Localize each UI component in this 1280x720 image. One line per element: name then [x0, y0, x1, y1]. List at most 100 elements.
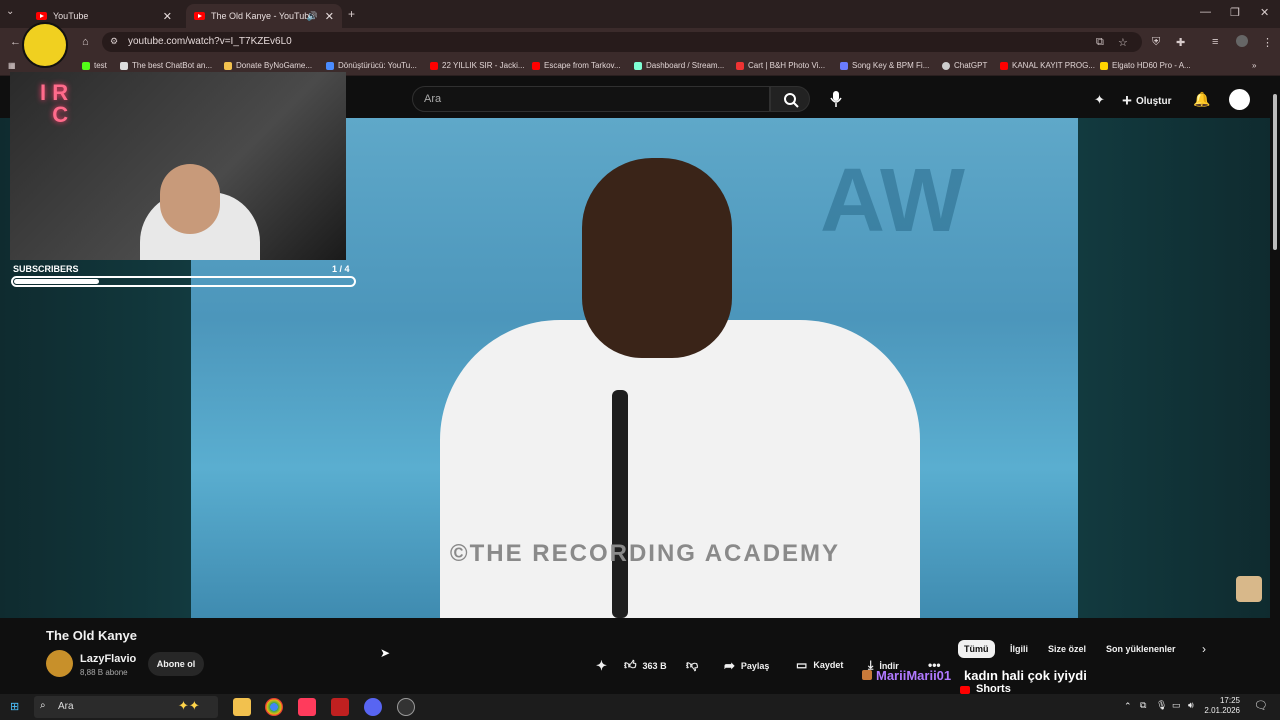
search-input[interactable]	[412, 86, 770, 112]
chat-username: MariiMarii01	[876, 668, 952, 683]
bookmark-bh-cart[interactable]: Cart | B&H Photo Vi...	[736, 61, 825, 70]
voice-meeter-icon[interactable]	[331, 698, 349, 716]
video-microphone-stand	[612, 390, 628, 618]
channel-name[interactable]: LazyFlavio	[80, 653, 136, 665]
more-bookmarks-icon[interactable]: »	[1252, 61, 1256, 70]
subscriber-goal-fill	[14, 279, 99, 284]
chips-next-icon[interactable]: ›	[1202, 642, 1206, 656]
mouse-cursor-icon: ➤	[380, 646, 391, 660]
network-icon[interactable]: ▭	[1172, 700, 1181, 711]
premium-gift-icon[interactable]: ✦	[1094, 92, 1105, 108]
new-tab-button[interactable]: +	[348, 7, 355, 21]
bookmark-label: test	[94, 61, 107, 70]
minimize-icon[interactable]: —	[1200, 6, 1211, 18]
video-person-suit	[440, 320, 920, 620]
chrome-icon[interactable]	[265, 698, 283, 716]
taskbar-search-placeholder: Ara	[58, 701, 74, 712]
shorts-icon	[960, 686, 970, 694]
bookmark-label: Donate ByNoGame...	[236, 61, 313, 70]
bookmark-22-yillik-sir[interactable]: 22 YILLIK SIR - Jacki...	[430, 61, 525, 70]
volume-icon[interactable]: 🔊︎	[1188, 700, 1194, 711]
bookmark-star-icon[interactable]: ☆	[1118, 36, 1128, 49]
bookmark-icon: ▭	[796, 658, 808, 672]
save-button[interactable]: ▭ Kaydet	[796, 658, 843, 672]
video-watermark: ©THE RECORDING ACADEMY	[449, 540, 841, 567]
subscriber-goal-label: SUBSCRIBERS	[13, 264, 79, 274]
webcam-head	[160, 164, 220, 234]
notifications-bell-icon[interactable]: 🔔	[1193, 91, 1210, 108]
voice-search-button[interactable]	[830, 90, 842, 113]
tray-overflow-icon[interactable]: ⌃	[1124, 701, 1132, 712]
bookmark-label: Escape from Tarkov...	[544, 61, 621, 70]
knight-helmet-logo-icon	[22, 22, 68, 68]
chip-for-you[interactable]: Size özel	[1042, 640, 1092, 658]
clock-date: 2.01.2026	[1204, 706, 1240, 715]
extension-shield-icon[interactable]: ⛨	[1152, 36, 1160, 49]
chat-badge-icon	[862, 670, 872, 680]
share-button[interactable]: ➦ Paylaş	[724, 658, 769, 674]
close-tab-icon[interactable]: ✕	[163, 10, 172, 23]
bookmark-song-key[interactable]: Song Key & BPM Fi...	[840, 61, 929, 70]
obs-icon[interactable]	[397, 698, 415, 716]
home-icon[interactable]: ⌂	[82, 36, 89, 48]
tab-the-old-kanye[interactable]: The Old Kanye - YouTube 🔊 ✕	[186, 4, 342, 28]
bookmark-label: Dönüştürücü: YouTu...	[338, 61, 417, 70]
share-arrow-icon: ➦	[724, 658, 735, 673]
bookmark-dashboard[interactable]: Dashboard / Stream...	[634, 61, 724, 70]
windows-start-icon[interactable]: ⊞	[10, 700, 19, 713]
thumbs-up-icon: 👍︎	[624, 658, 637, 672]
chip-related[interactable]: İlgili	[1004, 640, 1034, 658]
bookmark-kanal-kayit[interactable]: KANAL KAYIT PROG...	[1000, 61, 1095, 70]
video-backdrop-letters: AW	[820, 151, 965, 251]
menu-icon[interactable]: ⋮	[1262, 36, 1273, 49]
chat-message: kadın hali çok iyiydi	[964, 668, 1087, 683]
account-avatar[interactable]	[1229, 89, 1250, 110]
file-explorer-icon[interactable]	[233, 698, 251, 716]
clock-time: 17:25	[1219, 696, 1240, 705]
profile-avatar[interactable]	[1236, 35, 1248, 47]
chip-recently-uploaded[interactable]: Son yüklenenler	[1100, 640, 1182, 658]
music-app-icon[interactable]	[298, 698, 316, 716]
channel-avatar[interactable]	[46, 650, 73, 677]
bookmark-label: 22 YILLIK SIR - Jacki...	[442, 61, 525, 70]
create-label: Oluştur	[1135, 95, 1172, 107]
create-button[interactable]: + Oluştur	[1122, 91, 1172, 111]
subscribe-button[interactable]: Abone ol	[148, 652, 204, 676]
bookmark-label: Song Key & BPM Fi...	[852, 61, 930, 70]
bookmark-tarkov[interactable]: Escape from Tarkov...	[532, 61, 621, 70]
audio-playing-icon[interactable]: 🔊	[307, 11, 318, 22]
save-label: Kaydet	[813, 660, 844, 670]
close-tab-icon[interactable]: ✕	[325, 10, 334, 23]
tab-list-icon[interactable]: ⌄	[6, 6, 14, 17]
discord-icon[interactable]	[364, 698, 382, 716]
taskbar-clock[interactable]: 17:25 2.01.2026	[1204, 696, 1240, 716]
back-icon[interactable]: ←	[10, 36, 21, 48]
share-label: Paylaş	[740, 661, 770, 671]
chip-all[interactable]: Tümü	[958, 640, 995, 658]
like-button[interactable]: 👍︎ 363 B	[624, 658, 667, 673]
plus-icon: +	[1122, 91, 1132, 110]
restore-icon[interactable]: ❐	[1230, 6, 1240, 19]
like-count: 363 B	[642, 660, 667, 671]
tray-microphone-icon[interactable]: 🎙︎	[1156, 700, 1167, 711]
dislike-button[interactable]: 👎︎	[686, 658, 698, 673]
search-button[interactable]	[770, 86, 810, 112]
copilot-sparkle-icon: ✦✦	[178, 698, 200, 713]
tray-app-icon[interactable]: ⧉	[1140, 700, 1146, 711]
bookmark-donate[interactable]: Donate ByNoGame...	[224, 61, 312, 70]
notification-center-icon[interactable]: 🗨︎	[1254, 699, 1268, 712]
media-control-icon[interactable]: ≡	[1212, 36, 1218, 48]
bookmark-test[interactable]: test	[82, 61, 107, 70]
bookmark-converter[interactable]: Dönüştürücü: YouTu...	[326, 61, 417, 70]
premium-gift-icon[interactable]: ✦	[596, 658, 607, 674]
close-window-icon[interactable]: ✕	[1260, 6, 1269, 19]
install-app-icon[interactable]: ⧉	[1096, 36, 1104, 49]
bookmark-chatbot[interactable]: The best ChatBot an...	[120, 61, 212, 70]
bookmark-chatgpt[interactable]: ChatGPT	[942, 61, 987, 70]
site-info-icon[interactable]: ⚙	[110, 36, 118, 47]
bookmark-elgato[interactable]: Elgato HD60 Pro - A...	[1100, 61, 1191, 70]
scrollbar-thumb[interactable]	[1273, 94, 1277, 250]
video-title: The Old Kanye	[46, 628, 138, 643]
extensions-puzzle-icon[interactable]: ✚	[1176, 36, 1185, 49]
apps-grid-icon[interactable]: ▦	[8, 61, 16, 70]
